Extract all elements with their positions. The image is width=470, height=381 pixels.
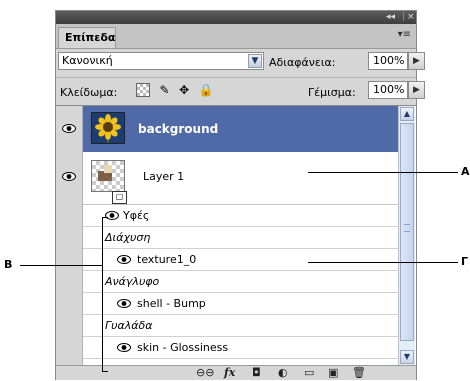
- tab-row: Επίπεδα ▾≡: [56, 24, 416, 49]
- adjustment-icon[interactable]: ◐: [278, 366, 288, 380]
- eye-icon[interactable]: [117, 299, 131, 308]
- callout-b-bracket-bottom: [102, 371, 108, 372]
- eye-icon[interactable]: [117, 343, 131, 352]
- blend-row: Κανονική ▼ Αδιαφάνεια: 100% ▶: [56, 49, 425, 75]
- effect-item-label: texture1_0: [137, 253, 197, 266]
- layers-list: background ▢ Layer 1 Υφές Διάχυση textur…: [56, 105, 416, 366]
- layer-row-layer1[interactable]: ▢ Layer 1: [83, 152, 414, 205]
- trash-icon[interactable]: 🗑: [352, 366, 366, 380]
- effect-category-row: Γυαλάδα: [83, 315, 414, 337]
- effect-category-row: Ανάγλυφο: [83, 271, 414, 293]
- layer-name: background: [138, 122, 219, 136]
- new-layer-icon[interactable]: ▣: [328, 366, 338, 380]
- lock-transparency-icon[interactable]: [136, 83, 150, 97]
- panel-titlebar: ◂◂ | ×: [56, 11, 416, 24]
- panel-bottom-bar: ⊖⊖ fx ◘ ◐ ▭ ▣ 🗑: [56, 365, 416, 380]
- fill-arrow-icon[interactable]: ▶: [408, 81, 425, 99]
- visibility-column: [56, 106, 83, 366]
- callout-a-line: [308, 172, 458, 173]
- effect-category-label: Γυαλάδα: [105, 319, 153, 332]
- blend-mode-value: Κανονική: [62, 54, 113, 67]
- effect-category-row: Διάχυση: [83, 227, 414, 249]
- effects-header-row[interactable]: Υφές: [83, 205, 414, 227]
- effect-category-label: Διάχυση: [105, 231, 151, 244]
- callout-b-bracket-top: [102, 217, 108, 218]
- eye-icon[interactable]: [117, 255, 131, 264]
- fx-icon[interactable]: fx: [224, 366, 235, 380]
- chevron-down-icon[interactable]: ▼: [248, 54, 262, 68]
- callout-b-bracket: [102, 217, 103, 372]
- folder-icon[interactable]: ▭: [304, 366, 314, 380]
- callout-b-label: B: [4, 258, 13, 271]
- effect-category-label: Ανάγλυφο: [105, 275, 160, 288]
- layer-thumbnail: ▢: [91, 160, 127, 204]
- lock-move-icon[interactable]: ✥: [179, 83, 189, 97]
- lock-label: Κλείδωμα:: [60, 86, 118, 99]
- effects-badge-icon: ▢: [112, 191, 127, 204]
- fill-label: Γέμισμα:: [308, 86, 356, 99]
- callout-c-label: Γ: [461, 255, 469, 268]
- opacity-label: Αδιαφάνεια:: [269, 56, 336, 69]
- close-icon[interactable]: ×: [407, 11, 415, 24]
- vertical-scrollbar[interactable]: ▲ ▼: [398, 106, 415, 366]
- lock-row: Κλείδωμα: ✎ ✥ 🔒 Γέμισμα: 100% ▶: [56, 77, 425, 104]
- effect-item-row[interactable]: shell - Bump: [83, 293, 414, 315]
- layers-panel: ◂◂ | × Επίπεδα ▾≡ Κανονική ▼ Αδιαφάνεια:…: [55, 10, 425, 380]
- layer-name: Layer 1: [143, 170, 185, 183]
- effect-item-row[interactable]: skin - Glossiness: [83, 337, 414, 359]
- layer-thumbnail: [91, 112, 125, 144]
- lock-all-icon[interactable]: 🔒: [199, 83, 214, 97]
- blend-mode-select[interactable]: Κανονική ▼: [58, 52, 264, 70]
- scroll-down-icon[interactable]: ▼: [400, 350, 414, 364]
- callout-b-line: [20, 265, 102, 266]
- tab-layers[interactable]: Επίπεδα: [58, 27, 116, 48]
- effect-item-label: shell - Bump: [137, 297, 206, 310]
- link-icon[interactable]: ⊖⊖: [196, 366, 214, 380]
- collapse-icon[interactable]: ◂◂: [386, 11, 395, 24]
- eye-icon[interactable]: [62, 124, 76, 133]
- eye-icon[interactable]: [62, 172, 76, 181]
- opacity-arrow-icon[interactable]: ▶: [408, 52, 425, 70]
- effects-header-label: Υφές: [123, 209, 150, 222]
- eye-icon[interactable]: [105, 211, 119, 220]
- effect-item-row[interactable]: texture1_0: [83, 249, 414, 271]
- scroll-thumb[interactable]: [400, 123, 414, 341]
- fill-input[interactable]: 100%: [368, 81, 408, 99]
- opacity-input[interactable]: 100%: [368, 52, 408, 70]
- panel-menu-icon[interactable]: ▾≡: [398, 29, 411, 40]
- callout-a-label: A: [461, 165, 470, 178]
- mask-icon[interactable]: ◘: [252, 366, 261, 380]
- layer-row-background[interactable]: background: [83, 106, 414, 152]
- callout-c-line: [308, 262, 458, 263]
- scroll-up-icon[interactable]: ▲: [400, 107, 414, 121]
- effect-item-label: skin - Glossiness: [137, 341, 229, 354]
- lock-brush-icon[interactable]: ✎: [160, 83, 170, 97]
